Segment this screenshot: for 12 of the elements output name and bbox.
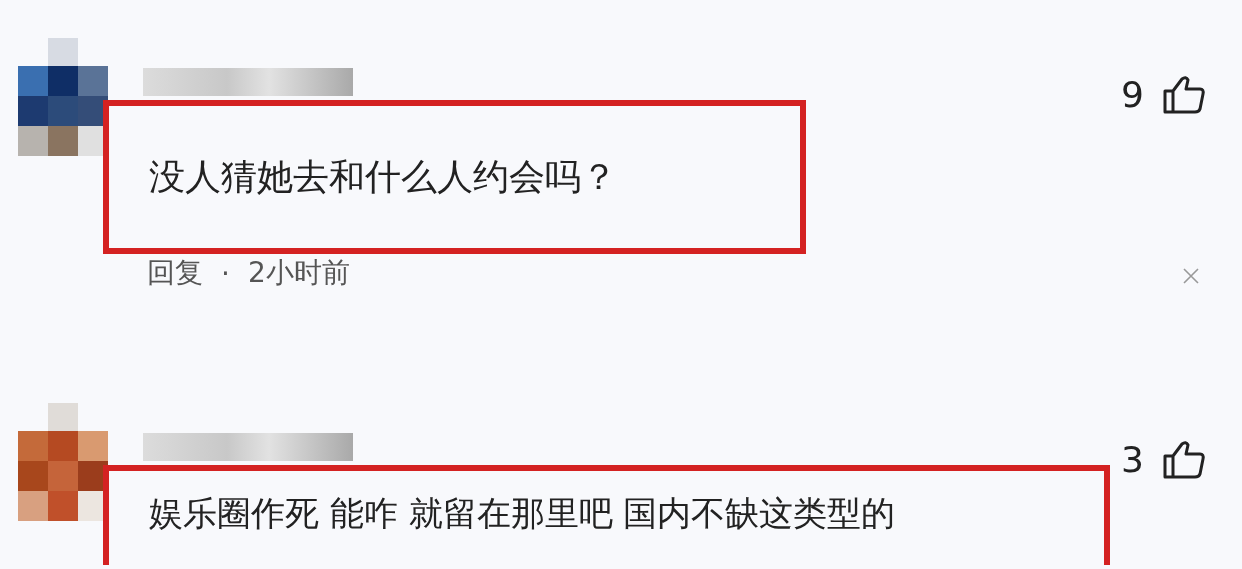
like-count: 9 xyxy=(1121,74,1144,115)
avatar[interactable] xyxy=(18,38,108,156)
avatar[interactable] xyxy=(18,403,108,521)
thumbs-up-icon[interactable] xyxy=(1162,439,1206,480)
comment-text: 没人猜她去和什么人约会吗？ xyxy=(149,154,617,199)
comment-text: 娱乐圈作死 能咋 就留在那里吧 国内不缺这类型的 xyxy=(149,492,896,535)
reply-link[interactable]: 回复 xyxy=(147,254,203,292)
comment-time: 2小时前 xyxy=(247,255,350,291)
separator-dot: · xyxy=(221,256,230,290)
close-icon[interactable] xyxy=(1182,267,1200,285)
like-count: 3 xyxy=(1121,439,1144,480)
thumbs-up-icon[interactable] xyxy=(1162,74,1206,115)
